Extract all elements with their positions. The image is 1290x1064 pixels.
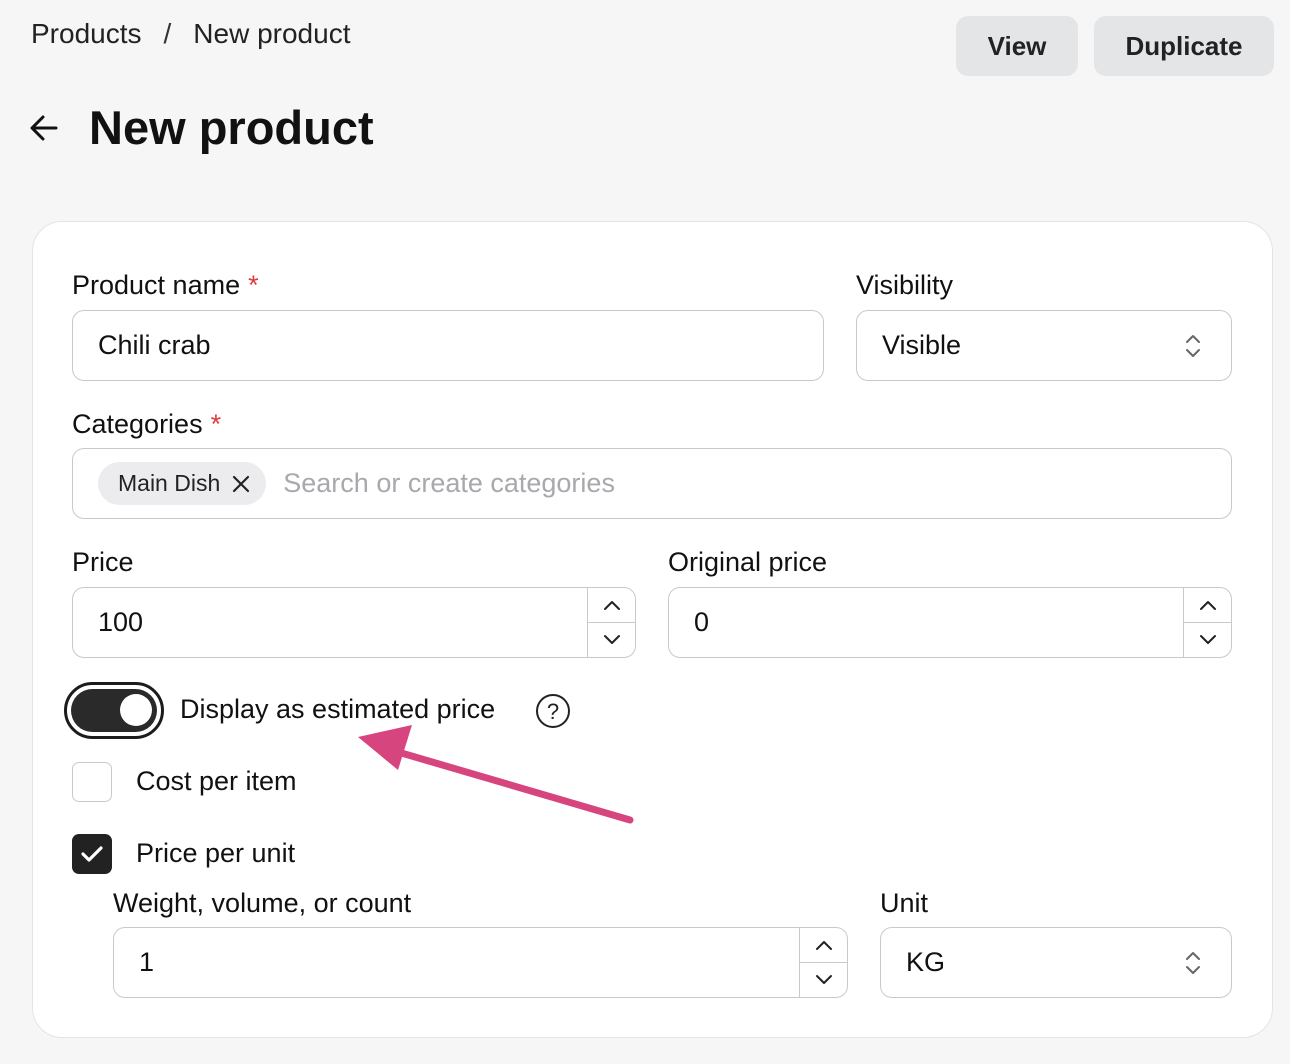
price-per-unit-label: Price per unit xyxy=(136,838,296,868)
cost-per-item-checkbox[interactable] xyxy=(72,762,112,802)
visibility-value: Visible xyxy=(882,330,962,360)
unit-label: Unit xyxy=(880,888,929,918)
price-input[interactable]: 100 xyxy=(72,587,636,658)
chevron-down-icon[interactable] xyxy=(588,622,635,657)
page-title: New product xyxy=(89,101,374,154)
required-marker: * xyxy=(210,409,222,439)
breadcrumb-separator: / xyxy=(163,18,172,49)
unit-value: KG xyxy=(906,947,946,977)
price-label: Price xyxy=(72,547,134,577)
price-value: 100 xyxy=(98,607,144,637)
original-price-label: Original price xyxy=(668,547,828,577)
close-icon[interactable] xyxy=(230,473,252,495)
breadcrumb-products-link[interactable]: Products xyxy=(31,18,142,50)
visibility-select[interactable]: Visible xyxy=(856,310,1232,381)
categories-search-placeholder[interactable]: Search or create categories xyxy=(283,468,615,499)
chevron-down-icon[interactable] xyxy=(1184,622,1231,657)
breadcrumb: Products / New product xyxy=(31,18,350,50)
weight-stepper xyxy=(799,928,847,997)
toggle-knob xyxy=(120,694,152,726)
categories-label: Categories * xyxy=(72,409,221,440)
visibility-label: Visibility xyxy=(856,270,954,300)
view-button[interactable]: View xyxy=(956,16,1078,76)
product-name-value: Chili crab xyxy=(98,330,211,360)
duplicate-button[interactable]: Duplicate xyxy=(1094,16,1274,76)
product-name-label-text: Product name xyxy=(72,270,241,300)
chevron-up-down-icon xyxy=(1173,326,1213,366)
original-price-input[interactable]: 0 xyxy=(668,587,1232,658)
original-price-value: 0 xyxy=(694,607,710,637)
price-per-unit-checkbox[interactable] xyxy=(72,834,112,874)
weight-value: 1 xyxy=(139,947,155,977)
weight-input[interactable]: 1 xyxy=(113,927,848,998)
weight-label: Weight, volume, or count xyxy=(113,888,412,918)
chevron-up-icon[interactable] xyxy=(800,928,847,962)
estimated-price-toggle[interactable] xyxy=(64,682,164,739)
back-arrow-icon[interactable] xyxy=(28,110,60,146)
price-stepper xyxy=(587,588,635,657)
required-marker: * xyxy=(248,270,259,300)
product-name-label: Product name * xyxy=(72,270,259,301)
category-chip: Main Dish xyxy=(98,462,267,505)
categories-input[interactable]: Main Dish Search or create categories xyxy=(72,448,1232,519)
unit-select[interactable]: KG xyxy=(880,927,1232,998)
toggle-track xyxy=(71,689,157,732)
checkmark-icon xyxy=(81,846,103,862)
breadcrumb-current: New product xyxy=(193,18,351,49)
chevron-up-icon[interactable] xyxy=(588,588,635,622)
chevron-up-down-icon xyxy=(1173,943,1213,983)
chevron-up-icon[interactable] xyxy=(1184,588,1231,622)
original-price-stepper xyxy=(1183,588,1231,657)
product-name-input[interactable]: Chili crab xyxy=(72,310,824,381)
chevron-down-icon[interactable] xyxy=(800,962,847,997)
categories-label-text: Categories xyxy=(72,409,203,439)
annotation-arrow xyxy=(358,725,634,824)
cost-per-item-label: Cost per item xyxy=(136,766,297,796)
category-chip-label: Main Dish xyxy=(118,470,221,496)
